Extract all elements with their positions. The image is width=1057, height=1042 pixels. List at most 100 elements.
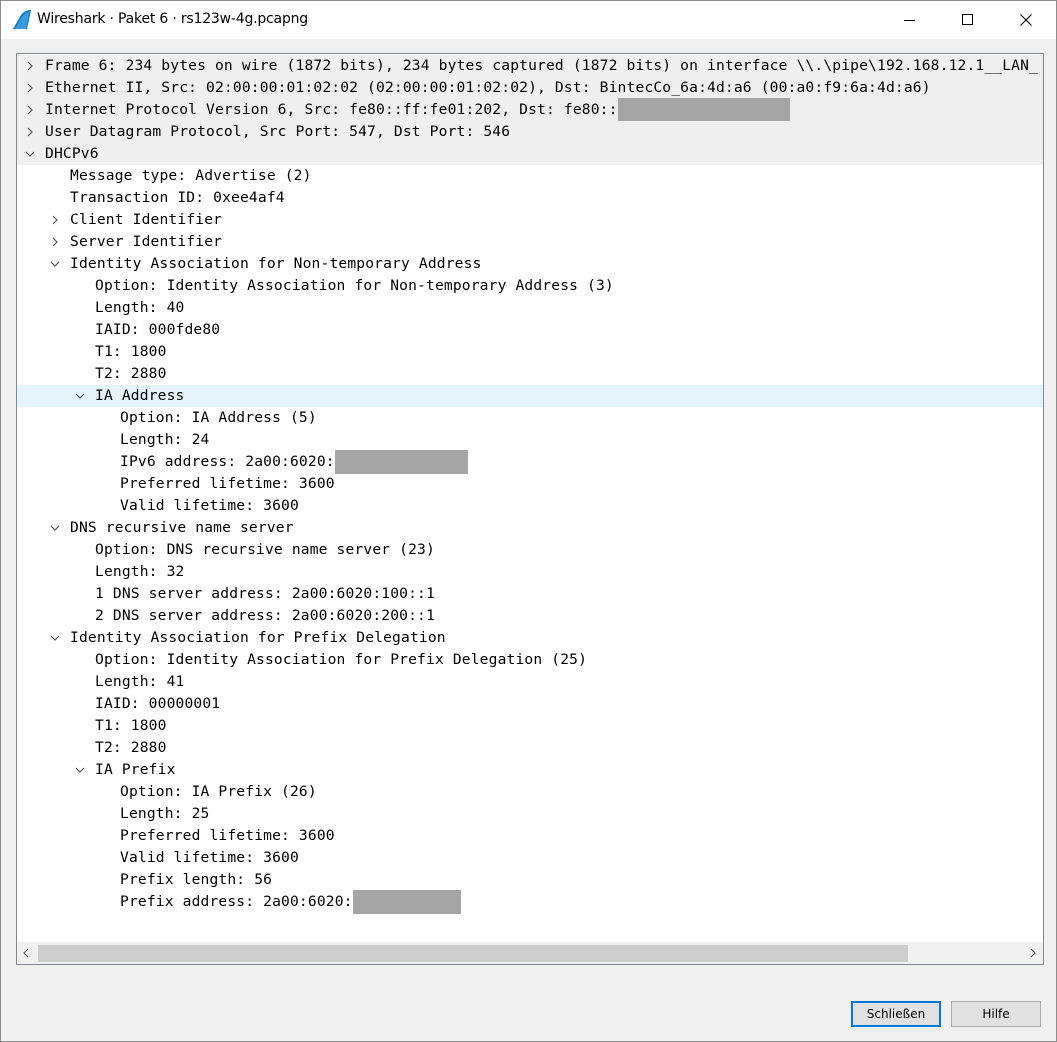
packet-detail-tree[interactable]: Frame 6: 234 bytes on wire (1872 bits), … — [16, 53, 1044, 965]
tree-row-label: Option: IA Prefix (26) — [120, 783, 317, 800]
tree-row[interactable]: Length: 41 — [17, 671, 1043, 693]
expanded-chevron-icon[interactable] — [75, 391, 85, 401]
tree-row[interactable]: 1 DNS server address: 2a00:6020:100::1 — [17, 583, 1043, 605]
tree-row[interactable]: Valid lifetime: 3600 — [17, 495, 1043, 517]
tree-row[interactable]: Option: IA Address (5) — [17, 407, 1043, 429]
expanded-chevron-icon[interactable] — [50, 633, 60, 643]
tree-row-label: IA Prefix — [95, 761, 176, 778]
tree-row[interactable]: Internet Protocol Version 6, Src: fe80::… — [17, 98, 1043, 122]
close-icon — [1020, 14, 1032, 26]
tree-row[interactable]: Server Identifier — [17, 231, 1043, 253]
tree-row-label: Identity Association for Prefix Delegati… — [70, 629, 446, 646]
tree-row-label: Valid lifetime: 3600 — [120, 849, 299, 866]
tree-row[interactable]: Option: Identity Association for Prefix … — [17, 649, 1043, 671]
redacted-value — [334, 450, 468, 474]
tree-row[interactable]: Length: 25 — [17, 803, 1043, 825]
tree-row-label: Length: 24 — [120, 431, 210, 448]
tree-row[interactable]: Valid lifetime: 3600 — [17, 847, 1043, 869]
tree-row[interactable]: Prefix length: 56 — [17, 869, 1043, 891]
tree-row[interactable]: Length: 24 — [17, 429, 1043, 451]
chevron-left-icon — [23, 948, 29, 958]
tree-row-label: T2: 2880 — [95, 365, 167, 382]
tree-row[interactable]: User Datagram Protocol, Src Port: 547, D… — [17, 121, 1043, 143]
tree-row[interactable]: DNS recursive name server — [17, 517, 1043, 539]
collapsed-chevron-icon[interactable] — [25, 127, 35, 137]
tree-row[interactable]: IA Prefix — [17, 759, 1043, 781]
tree-row-label: Prefix address: 2a00:6020: — [120, 890, 461, 914]
minimize-icon — [904, 20, 915, 21]
tree-row[interactable]: IAID: 00000001 — [17, 693, 1043, 715]
tree-row[interactable]: Identity Association for Non-temporary A… — [17, 253, 1043, 275]
maximize-icon — [962, 14, 973, 25]
window-title: Wireshark · Paket 6 · rs123w-4g.pcapng — [37, 11, 308, 27]
tree-row-label: Option: Identity Association for Non-tem… — [95, 277, 614, 294]
tree-row[interactable]: Length: 32 — [17, 561, 1043, 583]
tree-row-label: Length: 41 — [95, 673, 185, 690]
expanded-chevron-icon[interactable] — [50, 523, 60, 533]
tree-row[interactable]: Option: DNS recursive name server (23) — [17, 539, 1043, 561]
expanded-chevron-icon[interactable] — [25, 149, 35, 159]
tree-row[interactable]: IPv6 address: 2a00:6020: — [17, 450, 1043, 474]
tree-row[interactable]: Length: 40 — [17, 297, 1043, 319]
tree-row[interactable]: Transaction ID: 0xee4af4 — [17, 187, 1043, 209]
packet-dialog-window: Wireshark · Paket 6 · rs123w-4g.pcapng F… — [0, 0, 1057, 1042]
tree-row[interactable]: DHCPv6 — [17, 143, 1043, 165]
scrollbar-thumb[interactable] — [38, 945, 908, 962]
help-button[interactable]: Hilfe — [951, 1001, 1041, 1027]
tree-row[interactable]: Ethernet II, Src: 02:00:00:01:02:02 (02:… — [17, 77, 1043, 99]
tree-row[interactable]: T2: 2880 — [17, 363, 1043, 385]
tree-row[interactable]: Client Identifier — [17, 209, 1043, 231]
tree-row-label: Preferred lifetime: 3600 — [120, 475, 335, 492]
tree-row[interactable]: Prefix address: 2a00:6020: — [17, 890, 1043, 914]
tree-row-label: 1 DNS server address: 2a00:6020:100::1 — [95, 585, 435, 602]
tree-row-label: 2 DNS server address: 2a00:6020:200::1 — [95, 607, 435, 624]
maximize-button[interactable] — [939, 1, 997, 39]
tree-row[interactable]: Message type: Advertise (2) — [17, 165, 1043, 187]
collapsed-chevron-icon[interactable] — [25, 61, 35, 71]
tree-row-label: Option: DNS recursive name server (23) — [95, 541, 435, 558]
tree-row[interactable]: T1: 1800 — [17, 715, 1043, 737]
scroll-left-button[interactable] — [17, 942, 37, 964]
tree-row-label: Client Identifier — [70, 211, 223, 228]
tree-row-label: DNS recursive name server — [70, 519, 294, 536]
collapsed-chevron-icon[interactable] — [50, 215, 60, 225]
tree-row-label: Option: Identity Association for Prefix … — [95, 651, 588, 668]
collapsed-chevron-icon[interactable] — [25, 83, 35, 93]
expanded-chevron-icon[interactable] — [50, 259, 60, 269]
tree-row[interactable]: IA Address — [17, 385, 1043, 407]
tree-row[interactable]: Option: Identity Association for Non-tem… — [17, 275, 1043, 297]
tree-row-label: T1: 1800 — [95, 343, 167, 360]
tree-row[interactable]: IAID: 000fde80 — [17, 319, 1043, 341]
chevron-right-icon — [1030, 948, 1036, 958]
tree-row-label: Frame 6: 234 bytes on wire (1872 bits), … — [45, 57, 1039, 74]
close-window-button[interactable] — [997, 1, 1055, 39]
tree-row[interactable]: Option: IA Prefix (26) — [17, 781, 1043, 803]
tree-row-label: Server Identifier — [70, 233, 223, 250]
horizontal-scrollbar[interactable] — [17, 942, 1043, 964]
scroll-right-button[interactable] — [1023, 942, 1043, 964]
collapsed-chevron-icon[interactable] — [25, 105, 35, 115]
close-dialog-button[interactable]: Schließen — [851, 1001, 941, 1027]
tree-row[interactable]: Identity Association for Prefix Delegati… — [17, 627, 1043, 649]
tree-row[interactable]: T2: 2880 — [17, 737, 1043, 759]
tree-row-label: Preferred lifetime: 3600 — [120, 827, 335, 844]
minimize-button[interactable] — [881, 1, 939, 39]
tree-row-label: Valid lifetime: 3600 — [120, 497, 299, 514]
wireshark-fin-icon — [13, 10, 31, 29]
tree-row-label: Length: 25 — [120, 805, 210, 822]
tree-row[interactable]: Frame 6: 234 bytes on wire (1872 bits), … — [17, 55, 1043, 77]
tree-row-label: IPv6 address: 2a00:6020: — [120, 450, 468, 474]
title-bar: Wireshark · Paket 6 · rs123w-4g.pcapng — [1, 1, 1056, 39]
redacted-value — [617, 98, 790, 122]
tree-row[interactable]: T1: 1800 — [17, 341, 1043, 363]
tree-row-label: Ethernet II, Src: 02:00:00:01:02:02 (02:… — [45, 79, 931, 96]
tree-row-label: DHCPv6 — [45, 145, 99, 162]
tree-row-label: IA Address — [95, 387, 185, 404]
expanded-chevron-icon[interactable] — [75, 765, 85, 775]
tree-row[interactable]: 2 DNS server address: 2a00:6020:200::1 — [17, 605, 1043, 627]
tree-row-label: Length: 40 — [95, 299, 185, 316]
tree-row[interactable]: Preferred lifetime: 3600 — [17, 473, 1043, 495]
collapsed-chevron-icon[interactable] — [50, 237, 60, 247]
tree-row[interactable]: Preferred lifetime: 3600 — [17, 825, 1043, 847]
tree-row-label: Transaction ID: 0xee4af4 — [70, 189, 285, 206]
